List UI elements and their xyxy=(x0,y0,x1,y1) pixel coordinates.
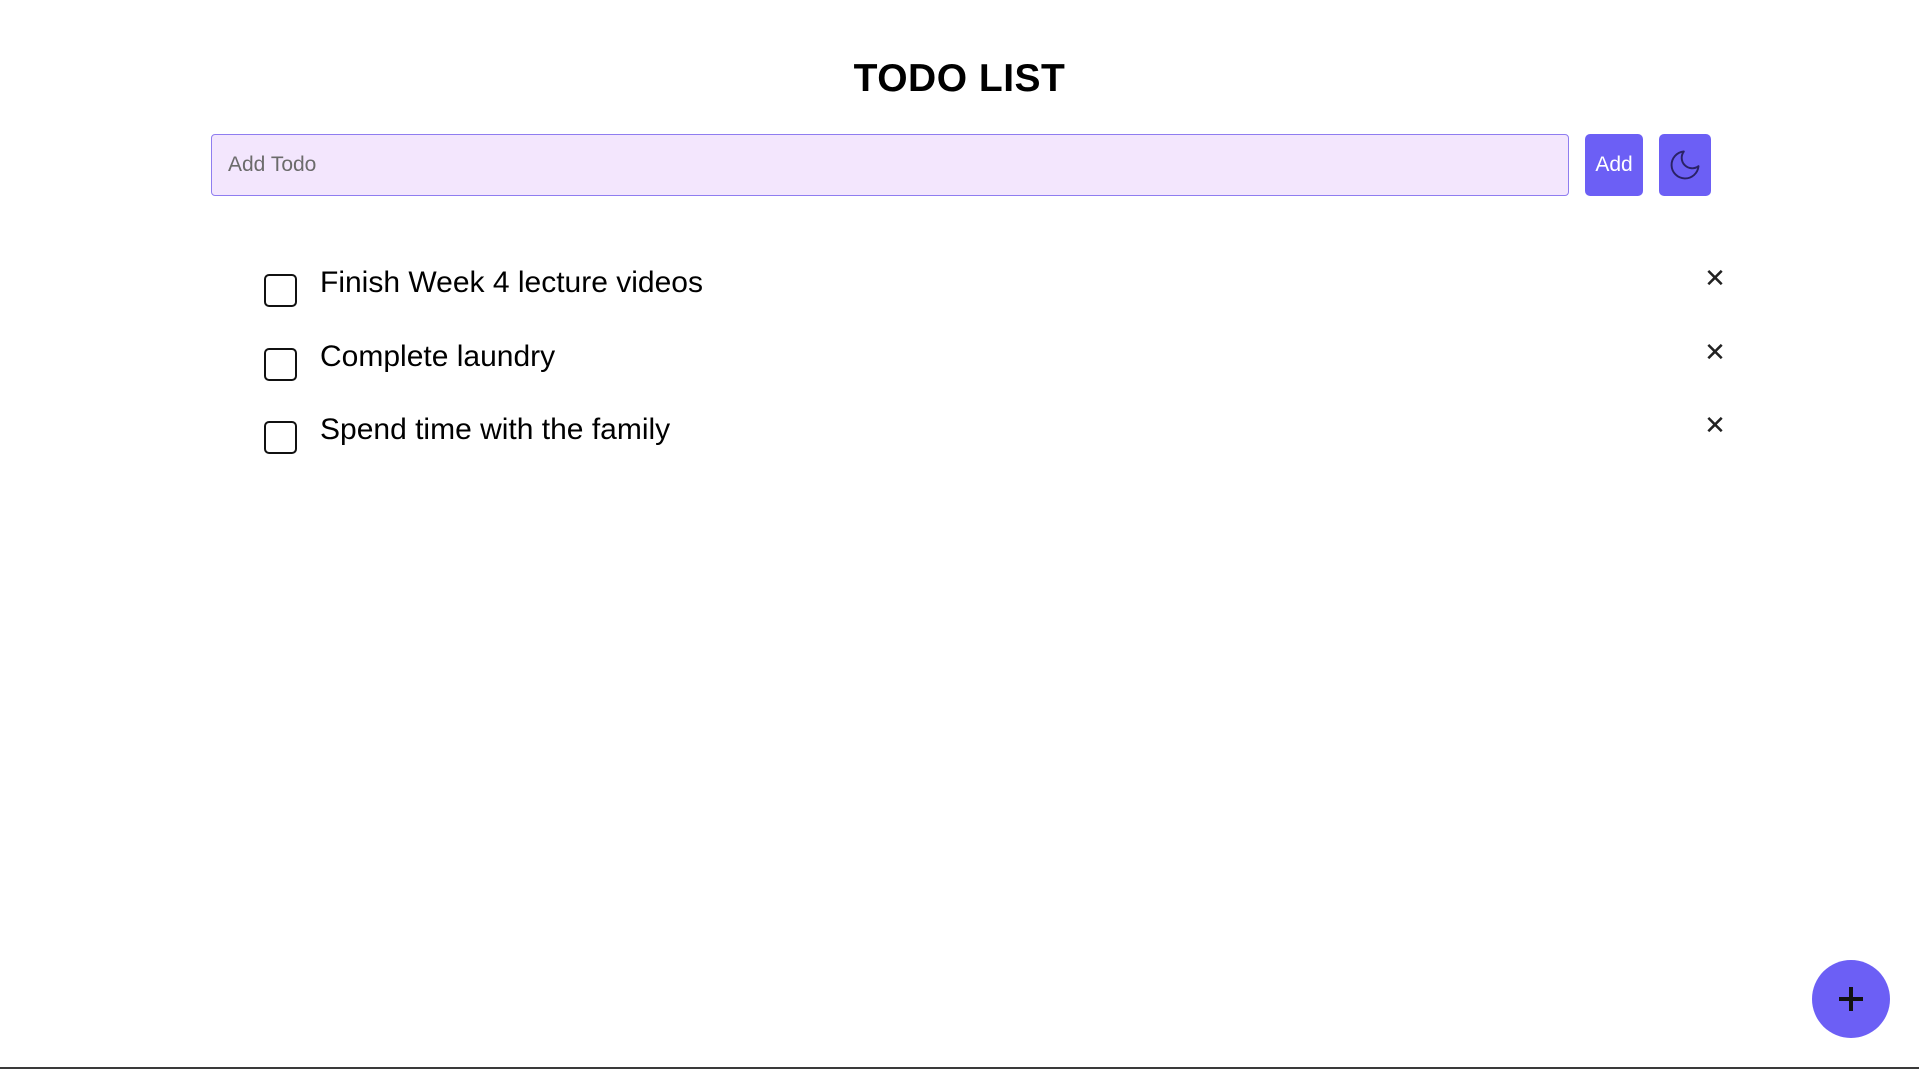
todo-item: Complete laundry ✕ xyxy=(264,336,1730,410)
todo-checkbox[interactable] xyxy=(264,347,297,381)
todo-checkbox[interactable] xyxy=(264,421,297,454)
add-button[interactable]: Add xyxy=(1585,134,1643,196)
todo-text: Spend time with the family xyxy=(320,413,671,446)
todo-item: Spend time with the family ✕ xyxy=(264,409,1730,483)
todo-text: Complete laundry xyxy=(320,339,556,373)
moon-icon xyxy=(1667,147,1703,183)
delete-todo-button[interactable]: ✕ xyxy=(1700,411,1730,441)
plus-icon xyxy=(1835,983,1867,1015)
floating-add-button[interactable] xyxy=(1812,960,1890,1038)
todo-checkbox[interactable] xyxy=(264,274,297,307)
close-icon: ✕ xyxy=(1704,264,1726,294)
close-icon: ✕ xyxy=(1704,411,1726,441)
theme-toggle-button[interactable] xyxy=(1659,134,1711,196)
page-title: TODO LIST xyxy=(853,57,1066,100)
add-todo-input[interactable] xyxy=(211,134,1569,196)
todo-text: Finish Week 4 lecture videos xyxy=(320,266,703,299)
close-icon: ✕ xyxy=(1704,337,1726,368)
todo-item: Finish Week 4 lecture videos ✕ xyxy=(264,262,1730,336)
add-todo-form: Add xyxy=(211,134,1711,196)
todo-app: TODO LIST Add Finish Week 4 lecture vide… xyxy=(0,0,1919,1069)
delete-todo-button[interactable]: ✕ xyxy=(1700,264,1730,294)
delete-todo-button[interactable]: ✕ xyxy=(1700,338,1730,368)
todo-list: Finish Week 4 lecture videos ✕ Complete … xyxy=(264,262,1730,483)
